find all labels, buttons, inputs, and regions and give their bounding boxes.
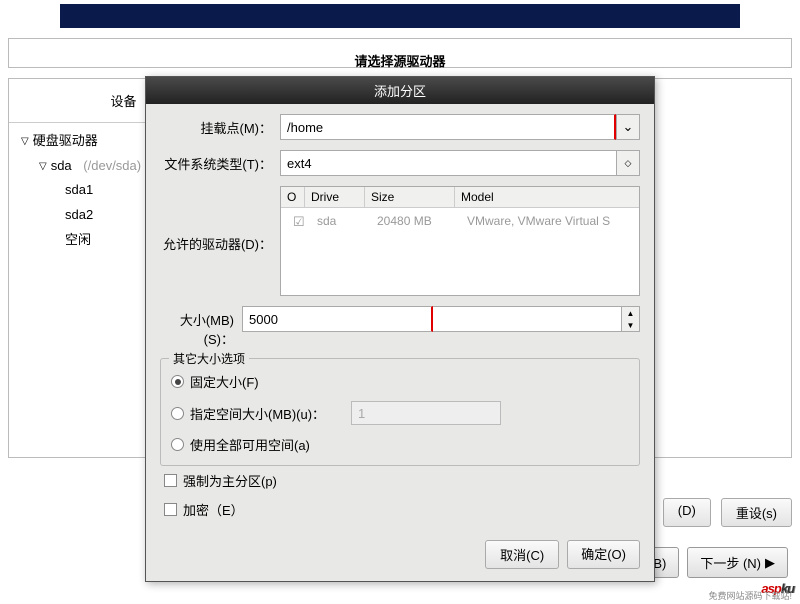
radio-icon: [171, 438, 184, 451]
radio-icon: [171, 407, 184, 420]
partition-item[interactable]: sda2: [65, 203, 93, 228]
drive-list[interactable]: O Drive Size Model ☑ sda 20480 MB VMware…: [280, 186, 640, 296]
source-drive-header: 请选择源驱动器: [13, 43, 787, 78]
checkbox-checked-icon: ☑: [293, 214, 305, 229]
fillto-input: [351, 401, 501, 425]
drive-row[interactable]: ☑ sda 20480 MB VMware, VMware Virtual S: [281, 208, 639, 236]
reset-button[interactable]: 重设(s): [721, 498, 792, 527]
force-primary-checkbox[interactable]: 强制为主分区(p): [160, 466, 640, 495]
partition-item[interactable]: 空闲: [65, 228, 91, 253]
mount-point-label: 挂载点(M)：: [160, 114, 280, 137]
d-button[interactable]: (D): [663, 498, 711, 527]
fstype-label: 文件系统类型(T)：: [160, 150, 280, 173]
cancel-button[interactable]: 取消(C): [485, 540, 559, 569]
allowed-drives-label: 允许的驱动器(D)：: [160, 186, 280, 253]
fstype-dropdown[interactable]: ◇: [616, 150, 640, 176]
size-options-group: 其它大小选项 固定大小(F) 指定空间大小(MB)(u)： 使用全部可用空间(a…: [160, 358, 640, 466]
radio-icon: [171, 375, 184, 388]
watermark-sub: 免费网站源码下载站!: [708, 589, 792, 602]
caret-down-icon: ▽: [39, 157, 47, 176]
caret-down-icon: ▽: [21, 132, 29, 151]
mount-point-input[interactable]: [280, 114, 616, 140]
radio-fillto[interactable]: 指定空间大小(MB)(u)：: [171, 396, 629, 430]
mount-point-dropdown[interactable]: ⌄: [616, 114, 640, 140]
checkbox-icon: [164, 474, 177, 487]
dialog-title: 添加分区: [146, 77, 654, 104]
size-input-ext[interactable]: [433, 306, 622, 332]
radio-fillall[interactable]: 使用全部可用空间(a): [171, 430, 629, 459]
add-partition-dialog: 添加分区 挂载点(M)： ⌄ 文件系统类型(T)： ◇ 允许的驱动器(D)： O…: [145, 76, 655, 582]
encrypt-checkbox[interactable]: 加密（E）: [160, 495, 640, 524]
checkbox-icon: [164, 503, 177, 516]
radio-fixed[interactable]: 固定大小(F): [171, 367, 629, 396]
ok-button[interactable]: 确定(O): [567, 540, 640, 569]
size-input[interactable]: [242, 306, 433, 332]
fstype-input[interactable]: [280, 150, 616, 176]
chevron-down-icon: ⌄: [623, 119, 634, 135]
spin-down-icon[interactable]: ▼: [622, 319, 639, 331]
partition-item[interactable]: sda1: [65, 178, 93, 203]
updown-icon: ◇: [625, 158, 632, 169]
spin-up-icon[interactable]: ▲: [622, 307, 639, 319]
size-label: 大小(MB)(S)：: [160, 306, 242, 348]
